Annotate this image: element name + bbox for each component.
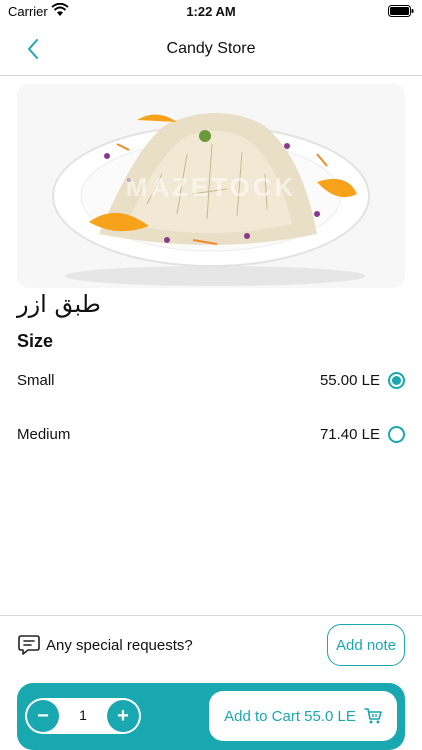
status-bar: Carrier 1:22 AM (0, 0, 422, 22)
product-image: MAZETOCK (17, 84, 405, 288)
cart-icon (364, 708, 382, 724)
status-time: 1:22 AM (186, 4, 236, 19)
size-option-label: Small (17, 372, 55, 389)
battery-icon (388, 5, 414, 17)
size-option-price: 71.40 LE (319, 426, 380, 443)
product-name: طبق ازر (17, 290, 101, 318)
chat-note-icon (18, 635, 40, 655)
image-watermark: MAZETOCK (125, 172, 297, 202)
quantity-value: 1 (79, 707, 87, 723)
size-option-medium[interactable]: Medium 71.40 LE (0, 416, 422, 456)
add-to-cart-button[interactable]: Add to Cart 55.0 LE (209, 691, 397, 741)
radio-unselected-icon[interactable] (388, 426, 405, 443)
quantity-stepper: − 1 + (25, 698, 141, 734)
size-option-label: Medium (17, 426, 71, 443)
add-to-cart-label: Add to Cart 55.0 LE (224, 707, 356, 725)
radio-selected-icon[interactable] (388, 372, 405, 389)
special-requests-label: Any special requests? (46, 637, 193, 654)
add-note-button[interactable]: Add note (327, 624, 405, 666)
size-heading: Size (17, 331, 54, 351)
size-option-price: 55.00 LE (319, 372, 380, 389)
cart-bar: − 1 + Add to Cart 55.0 LE (17, 683, 405, 750)
navigation-bar: Candy Store (0, 22, 422, 76)
decrease-quantity-button[interactable]: − (27, 700, 59, 732)
increase-quantity-button[interactable]: + (107, 700, 139, 732)
size-option-small[interactable]: Small 55.00 LE (0, 362, 422, 402)
special-requests-bar: Any special requests? Add note (0, 615, 422, 675)
page-title: Candy Store (166, 40, 256, 57)
